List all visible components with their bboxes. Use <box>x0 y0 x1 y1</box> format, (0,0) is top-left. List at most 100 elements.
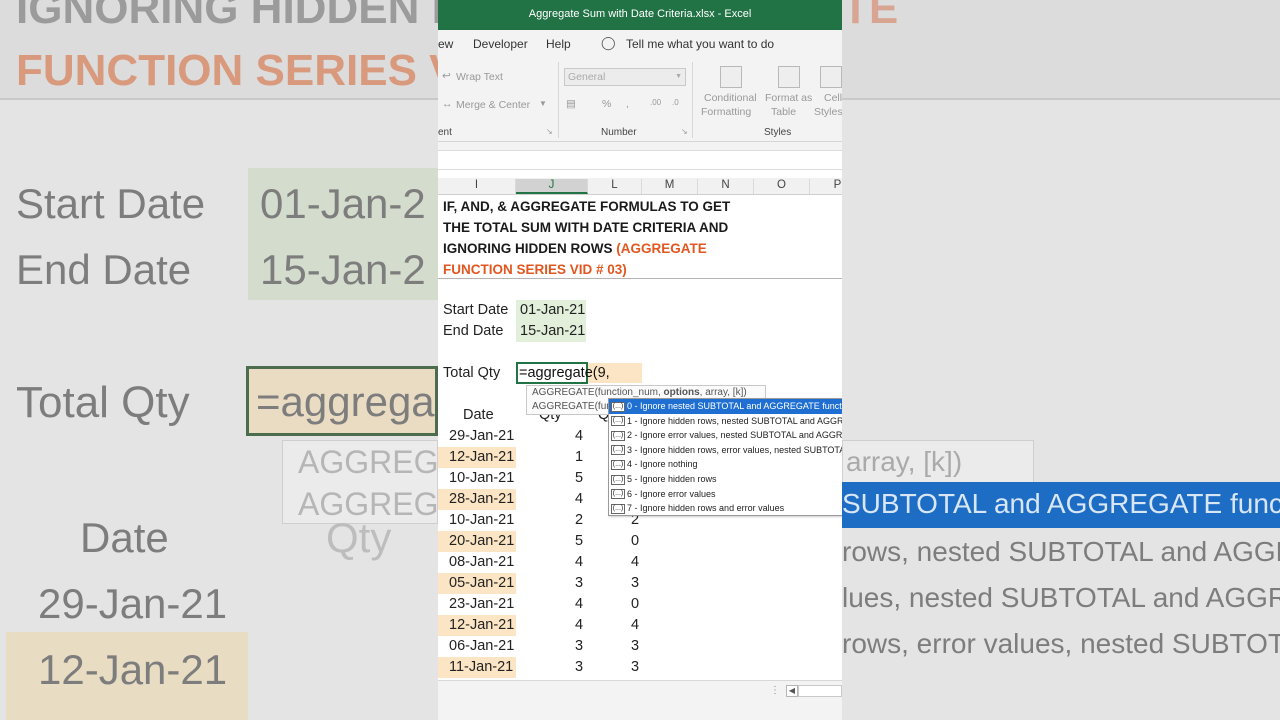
date-cell[interactable]: 05-Jan-21 <box>449 575 514 591</box>
bg-right-line2: lues, nested SUBTOTAL and AGGRE <box>842 582 1280 613</box>
chevron-down-icon[interactable]: ▼ <box>539 99 547 108</box>
currency-icon[interactable]: ▤ <box>566 98 576 110</box>
qty-cell[interactable]: 5 <box>575 470 583 486</box>
column-header-o[interactable]: O <box>754 179 810 194</box>
end-date-cell[interactable]: 15-Jan-21 <box>516 321 586 342</box>
column-header-n[interactable]: N <box>698 179 754 194</box>
tell-me-search[interactable]: Tell me what you want to do <box>626 37 774 51</box>
bg-title-line1: IGNORING HIDDEN I <box>16 0 444 33</box>
column-header-l[interactable]: L <box>588 179 642 194</box>
qty-cell[interactable]: 4 <box>575 428 583 444</box>
comma-button[interactable]: , <box>626 98 629 110</box>
date-cell[interactable]: 12-Jan-21 <box>449 617 514 633</box>
start-date-cell[interactable]: 01-Jan-21 <box>516 300 586 321</box>
date-cell[interactable]: 20-Jan-21 <box>449 533 514 549</box>
dropdown-option[interactable]: (...) 6 - Ignore error values <box>609 487 842 502</box>
date-cell[interactable]: 29-Jan-21 <box>449 428 514 444</box>
criteria-qty-cell[interactable]: 4 <box>631 554 639 570</box>
dropdown-option[interactable]: (...) 5 - Ignore hidden rows <box>609 472 842 487</box>
percent-button[interactable]: % <box>602 98 611 110</box>
qty-cell[interactable]: 1 <box>575 449 583 465</box>
wrap-text-button[interactable]: Wrap Text <box>456 71 503 83</box>
qty-cell[interactable]: 3 <box>575 638 583 654</box>
increase-decimal-icon[interactable]: .00 <box>650 98 661 107</box>
end-date-label[interactable]: End Date <box>443 323 503 339</box>
qty-cell[interactable]: 4 <box>575 554 583 570</box>
number-format-select[interactable]: General ▼ <box>564 68 686 86</box>
cell-styles-label-1[interactable]: Cell <box>824 92 842 104</box>
cell-styles-label-2[interactable]: Styles <box>814 106 842 118</box>
bg-date2: 12-Jan-21 <box>38 646 228 693</box>
bg-right-band-text: SUBTOTAL and AGGREGATE functio <box>842 488 1280 519</box>
column-header-j[interactable]: J <box>516 179 588 194</box>
dialog-launcher-icon[interactable]: ↘ <box>546 127 553 136</box>
bg-date-header: Date <box>80 514 169 561</box>
qty-cell[interactable]: 3 <box>575 575 583 591</box>
criteria-qty-cell[interactable]: 4 <box>631 617 639 633</box>
date-column-header[interactable]: Date <box>463 407 494 423</box>
criteria-qty-cell[interactable]: 0 <box>631 533 639 549</box>
total-qty-label[interactable]: Total Qty <box>443 365 500 381</box>
option-label: 3 - Ignore hidden rows, error values, ne… <box>627 444 842 455</box>
scroll-left-button[interactable]: ◀ <box>786 685 798 697</box>
qty-cell[interactable]: 3 <box>575 659 583 675</box>
column-header-i[interactable]: I <box>438 179 516 194</box>
horizontal-scrollbar[interactable] <box>798 685 842 697</box>
conditional-formatting-icon <box>720 66 742 88</box>
qty-cell[interactable]: 4 <box>575 491 583 507</box>
qty-cell[interactable]: 2 <box>575 512 583 528</box>
option-badge-icon: (...) <box>611 401 625 412</box>
column-header-p[interactable]: P <box>810 179 842 194</box>
option-badge-icon: (...) <box>611 430 625 441</box>
qty-cell[interactable]: 5 <box>575 533 583 549</box>
conditional-formatting-label-2[interactable]: Formatting <box>701 106 751 118</box>
criteria-qty-cell[interactable]: 3 <box>631 575 639 591</box>
merge-center-button[interactable]: Merge & Center <box>456 99 530 111</box>
date-cell[interactable]: 23-Jan-21 <box>449 596 514 612</box>
sheet-tabs-bar: ⋮ ◀ <box>438 680 842 720</box>
date-cell[interactable]: 10-Jan-21 <box>449 470 514 486</box>
conditional-formatting-label-1[interactable]: Conditional <box>704 92 757 104</box>
menu-view[interactable]: ew <box>438 37 453 51</box>
qty-cell[interactable]: 4 <box>575 596 583 612</box>
dropdown-option[interactable]: (...) 1 - Ignore hidden rows, nested SUBT… <box>609 414 842 429</box>
start-date-label[interactable]: Start Date <box>443 302 508 318</box>
more-options-icon[interactable]: ⋮ <box>770 685 780 696</box>
option-badge-icon: (...) <box>611 474 625 485</box>
dropdown-option[interactable]: (...) 2 - Ignore error values, nested SUB… <box>609 428 842 443</box>
sheet-heading: IF, AND, & AGGREGATE FORMULAS TO GET THE… <box>443 196 743 280</box>
dropdown-option[interactable]: (...) 4 - Ignore nothing <box>609 457 842 472</box>
date-cell[interactable]: 10-Jan-21 <box>449 512 514 528</box>
excel-window: Aggregate Sum with Date Criteria.xlsx - … <box>438 0 842 720</box>
bg-end-value: 15-Jan-2 <box>260 246 426 293</box>
date-cell[interactable]: 11-Jan-21 <box>449 659 513 675</box>
date-cell[interactable]: 08-Jan-21 <box>449 554 514 570</box>
menu-help[interactable]: Help <box>546 37 571 51</box>
worksheet-grid[interactable]: IF, AND, & AGGREGATE FORMULAS TO GET THE… <box>438 196 842 680</box>
criteria-qty-cell[interactable]: 3 <box>631 638 639 654</box>
start-date-value: 01-Jan-21 <box>520 302 586 318</box>
dropdown-option[interactable]: (...) 3 - Ignore hidden rows, error value… <box>609 443 842 458</box>
bg-tip-line1: AGGREGA <box>298 444 460 480</box>
criteria-qty-cell[interactable]: 0 <box>631 596 639 612</box>
decrease-decimal-icon[interactable]: .0 <box>672 98 679 107</box>
date-cell[interactable]: 28-Jan-21 <box>449 491 514 507</box>
date-cell[interactable]: 06-Jan-21 <box>449 638 514 654</box>
bg-total-label: Total Qty <box>16 378 190 427</box>
bg-end-label: End Date <box>16 246 192 293</box>
dropdown-option[interactable]: (...) 0 - Ignore nested SUBTOTAL and AGGR… <box>609 399 842 414</box>
formula-bar[interactable] <box>438 150 842 170</box>
menu-developer[interactable]: Developer <box>473 37 528 51</box>
dialog-launcher-icon[interactable]: ↘ <box>681 127 688 136</box>
date-cell[interactable]: 12-Jan-21 <box>449 449 514 465</box>
qty-cell[interactable]: 4 <box>575 617 583 633</box>
format-as-table-label-2[interactable]: Table <box>771 106 796 118</box>
column-header-m[interactable]: M <box>642 179 698 194</box>
tooltip-syntax-suffix: , array, [k]) <box>699 387 747 398</box>
option-badge-icon: (...) <box>611 416 625 427</box>
options-dropdown[interactable]: (...) 0 - Ignore nested SUBTOTAL and AGGR… <box>608 398 842 516</box>
format-as-table-label-1[interactable]: Format as <box>765 92 812 104</box>
bg-start-label: Start Date <box>16 180 206 227</box>
dropdown-option[interactable]: (...) 7 - Ignore hidden rows and error va… <box>609 501 842 515</box>
criteria-qty-cell[interactable]: 3 <box>631 659 639 675</box>
